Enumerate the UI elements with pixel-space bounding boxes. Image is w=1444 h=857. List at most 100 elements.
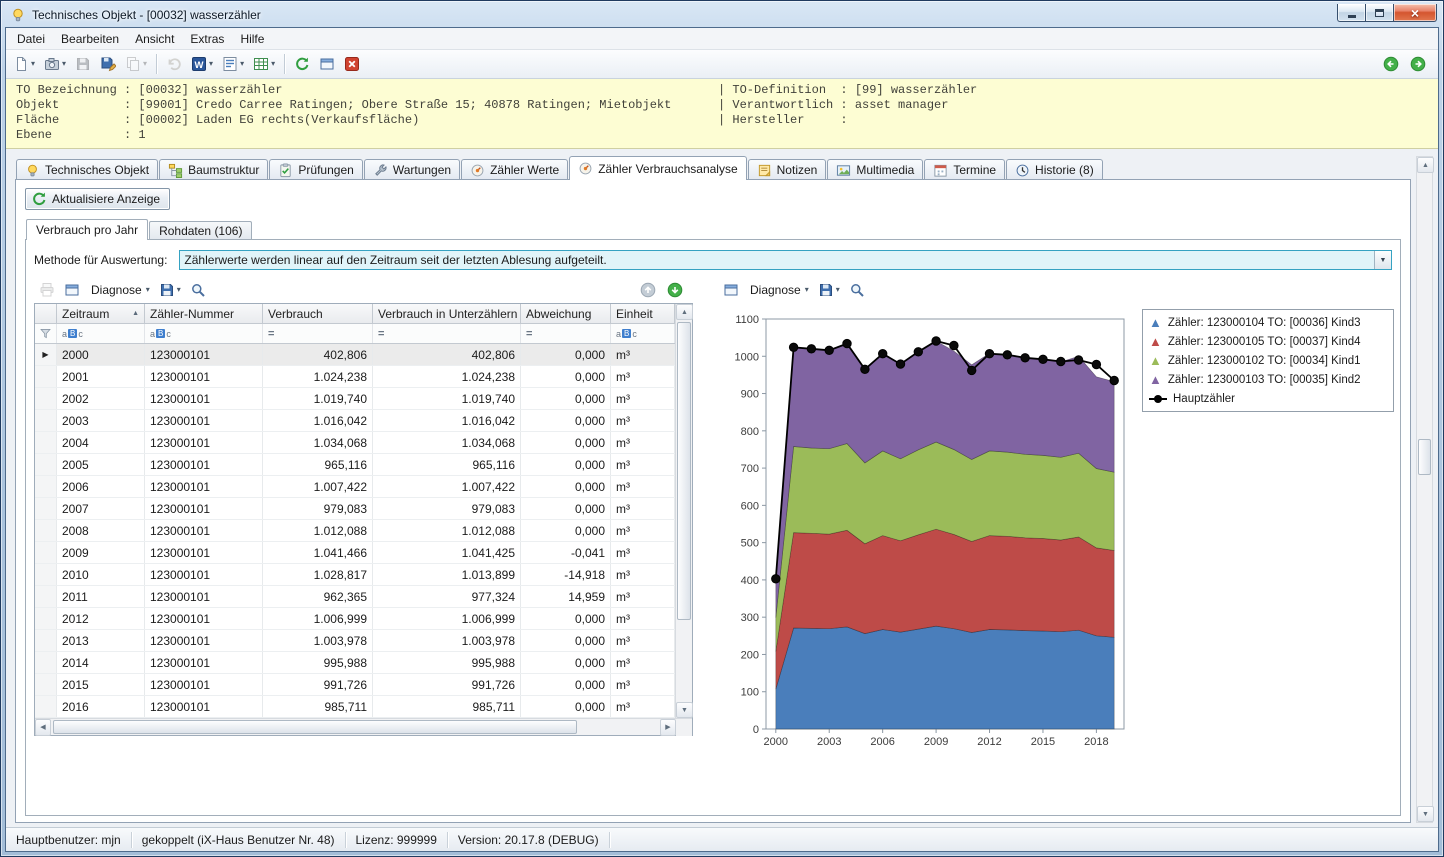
scroll-right-arrow-icon[interactable]: ▶ <box>660 718 676 736</box>
page-scroll-track[interactable] <box>1417 173 1432 806</box>
table-row[interactable]: 2001 123000101 1.024,238 1.024,238 0,000 m³ <box>35 366 675 388</box>
method-row: Methode für Auswertung: Zählerwerte werd… <box>34 250 1392 270</box>
menu-item-extras[interactable]: Extras <box>182 29 232 49</box>
title-bar[interactable]: Technisches Objekt - [00032] wasserzähle… <box>5 3 1439 27</box>
dropdown-arrow-icon: ▾ <box>835 284 840 294</box>
combo-dropdown-button[interactable]: ▼ <box>1374 251 1391 269</box>
cell-einheit: m³ <box>611 454 675 475</box>
page-scroll-thumb[interactable] <box>1418 438 1431 475</box>
column-header-verbrauch[interactable]: Verbrauch <box>263 304 373 323</box>
undo-button[interactable] <box>162 52 186 76</box>
column-header-zeitraum[interactable]: Zeitraum ▲ <box>57 304 145 323</box>
save-as-button[interactable] <box>96 52 120 76</box>
excel-export-button[interactable]: ▾ <box>249 52 279 76</box>
chart-diagnose-button[interactable]: Diagnose ▾ <box>744 278 813 302</box>
save-button[interactable] <box>71 52 95 76</box>
page-scroll-down-icon[interactable]: ▼ <box>1417 806 1434 822</box>
filter-cell-verbrauch[interactable]: = <box>263 324 373 343</box>
grid-scroll-down-button[interactable] <box>663 278 687 302</box>
chart-search-button[interactable] <box>845 278 869 302</box>
grid-diagnose-button[interactable]: Diagnose ▾ <box>85 278 154 302</box>
filter-cell-einheit[interactable]: aBc <box>611 324 675 343</box>
filter-cell-verbrauch-in-unterzählern[interactable]: = <box>373 324 521 343</box>
calendar-icon <box>933 163 948 178</box>
print-button[interactable] <box>35 278 59 302</box>
menu-item-datei[interactable]: Datei <box>9 29 53 49</box>
refresh-button[interactable] <box>290 52 314 76</box>
snapshot-button[interactable]: ▾ <box>40 52 70 76</box>
table-row[interactable]: 2002 123000101 1.019,740 1.019,740 0,000 m³ <box>35 388 675 410</box>
nav-next-button[interactable] <box>1406 52 1430 76</box>
table-row[interactable]: 2007 123000101 979,083 979,083 0,000 m³ <box>35 498 675 520</box>
table-row[interactable]: 2012 123000101 1.006,999 1.006,999 0,000 m³ <box>35 608 675 630</box>
menu-item-bearbeiten[interactable]: Bearbeiten <box>53 29 127 49</box>
tab-prüfungen[interactable]: Prüfungen <box>269 159 363 180</box>
tab-technisches-objekt[interactable]: Technisches Objekt <box>16 159 159 180</box>
new-document-button[interactable]: ▾ <box>9 52 39 76</box>
tab-multimedia[interactable]: Multimedia <box>827 159 924 180</box>
filter-cell-zeitraum[interactable]: aBc <box>57 324 145 343</box>
table-row[interactable]: 2014 123000101 995,988 995,988 0,000 m³ <box>35 652 675 674</box>
grid-scroll-track[interactable] <box>676 320 692 702</box>
page-scrollbar[interactable]: ▲ ▼ <box>1416 156 1434 823</box>
table-row[interactable]: 2013 123000101 1.003,978 1.003,978 0,000 m³ <box>35 630 675 652</box>
table-row[interactable]: 2005 123000101 965,116 965,116 0,000 m³ <box>35 454 675 476</box>
tab-historie-8[interactable]: Historie (8) <box>1006 159 1103 180</box>
table-row[interactable]: 2011 123000101 962,365 977,324 14,959 m³ <box>35 586 675 608</box>
filter-funnel-icon[interactable] <box>35 324 57 343</box>
cell-zeitraum: 2011 <box>57 586 145 607</box>
tab-termine[interactable]: Termine <box>924 159 1006 180</box>
filter-cell-abweichung[interactable]: = <box>521 324 611 343</box>
minimize-button[interactable] <box>1337 4 1365 22</box>
table-row[interactable]: 2010 123000101 1.028,817 1.013,899 -14,918 m³ <box>35 564 675 586</box>
detach-window-button[interactable] <box>315 52 339 76</box>
maximize-button[interactable] <box>1365 4 1393 22</box>
table-row[interactable]: 2009 123000101 1.041,466 1.041,425 -0,041 m³ <box>35 542 675 564</box>
grid-scroll-up-button[interactable] <box>636 278 660 302</box>
tab-zähler-werte[interactable]: Zähler Werte <box>461 159 569 180</box>
copy-button[interactable]: ▾ <box>121 52 151 76</box>
tab-wartungen[interactable]: Wartungen <box>363 159 461 180</box>
close-view-button[interactable] <box>340 52 364 76</box>
tab-baumstruktur[interactable]: Baumstruktur <box>159 159 269 180</box>
chart-save-layout-button[interactable]: ▾ <box>814 278 844 302</box>
chart-detach-button[interactable] <box>719 278 743 302</box>
scroll-down-arrow-icon[interactable]: ▼ <box>676 702 693 718</box>
scroll-left-arrow-icon[interactable]: ◀ <box>35 718 51 736</box>
grid-scroll-thumb[interactable] <box>677 322 691 620</box>
grid-horizontal-scrollbar[interactable]: ◀ ▶ <box>35 718 692 736</box>
grid-hscroll-track[interactable] <box>51 719 660 735</box>
page-scroll-up-icon[interactable]: ▲ <box>1417 157 1434 173</box>
column-header-abweichung[interactable]: Abweichung <box>521 304 611 323</box>
word-export-button[interactable]: W ▾ <box>187 52 217 76</box>
grid-save-layout-button[interactable]: ▾ <box>155 278 185 302</box>
grid-detach-button[interactable] <box>60 278 84 302</box>
table-row[interactable]: 2015 123000101 991,726 991,726 0,000 m³ <box>35 674 675 696</box>
grid-hscroll-thumb[interactable] <box>53 720 577 734</box>
method-combobox[interactable]: Zählerwerte werden linear auf den Zeitra… <box>179 250 1392 270</box>
column-header-verbrauch-in-unterzählern[interactable]: Verbrauch in Unterzählern <box>373 304 521 323</box>
menu-item-hilfe[interactable]: Hilfe <box>232 29 272 49</box>
table-row[interactable]: 2003 123000101 1.016,042 1.016,042 0,000 m³ <box>35 410 675 432</box>
grid-vertical-scrollbar[interactable]: ▲ ▼ <box>675 304 693 718</box>
scroll-up-arrow-icon[interactable]: ▲ <box>676 304 693 320</box>
subtab-verbrauch-pro-jahr[interactable]: Verbrauch pro Jahr <box>26 219 149 240</box>
table-row[interactable]: ▶ 2000 123000101 402,806 402,806 0,000 m³ <box>35 344 675 366</box>
filter-cell-zähler-nummer[interactable]: aBc <box>145 324 263 343</box>
tab-zähler-verbrauchsanalyse[interactable]: Zähler Verbrauchsanalyse <box>569 156 747 180</box>
column-header-zähler-nummer[interactable]: Zähler-Nummer <box>145 304 263 323</box>
table-row[interactable]: 2016 123000101 985,711 985,711 0,000 m³ <box>35 696 675 718</box>
table-row[interactable]: 2006 123000101 1.007,422 1.007,422 0,000 m³ <box>35 476 675 498</box>
column-header-einheit[interactable]: Einheit <box>611 304 675 323</box>
grid-search-button[interactable] <box>186 278 210 302</box>
report-list-button[interactable]: ▾ <box>218 52 248 76</box>
refresh-display-button[interactable]: Aktualisiere Anzeige <box>25 188 171 210</box>
subtab-rohdaten-106[interactable]: Rohdaten (106) <box>149 221 253 240</box>
table-row[interactable]: 2004 123000101 1.034,068 1.034,068 0,000 m³ <box>35 432 675 454</box>
nav-previous-button[interactable] <box>1379 52 1403 76</box>
menu-item-ansicht[interactable]: Ansicht <box>127 29 182 49</box>
table-row[interactable]: 2008 123000101 1.012,088 1.012,088 0,000 m³ <box>35 520 675 542</box>
close-button[interactable]: × <box>1393 4 1437 22</box>
cell-abweichung: 0,000 <box>521 696 611 717</box>
tab-notizen[interactable]: Notizen <box>747 159 827 180</box>
